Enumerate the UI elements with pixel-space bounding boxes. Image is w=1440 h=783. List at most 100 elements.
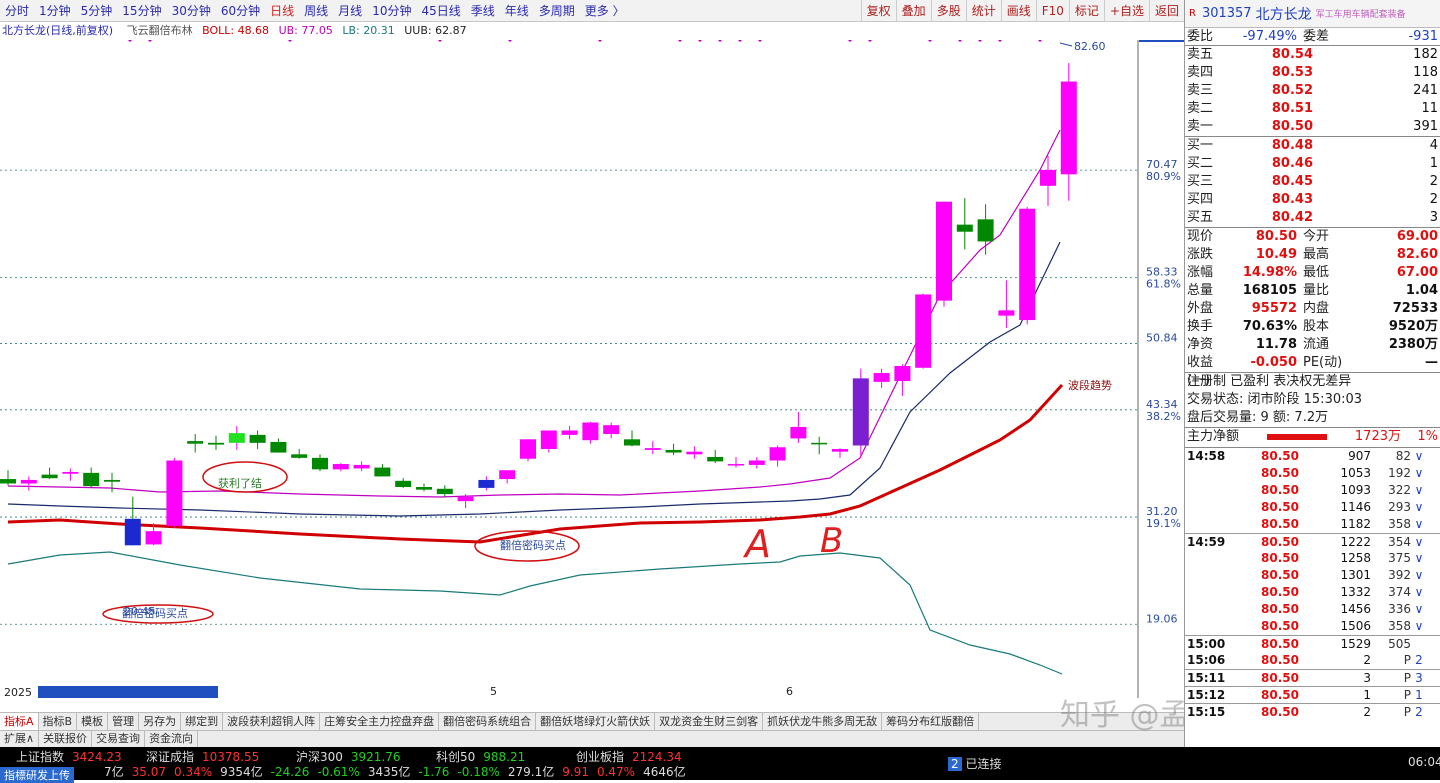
candle-body — [561, 430, 578, 435]
trade-row: 80.50 1146 293 ∨ — [1261, 500, 1424, 514]
toolbar-button[interactable]: F10 — [1035, 0, 1069, 22]
period-tab[interactable]: 15分钟 — [117, 2, 166, 19]
period-tab[interactable]: 月线 — [333, 2, 367, 19]
hand-letter-b: B — [820, 521, 843, 561]
kline-chart[interactable]: 获利了结翻倍密码买点20.45翻倍密码买点波段趋势A B82.60 70.4780… — [0, 40, 1184, 698]
candle-body — [915, 294, 932, 368]
axis-percent: 80.9% — [1146, 170, 1181, 183]
book-row: 卖三 80.52 241 — [1187, 83, 1438, 98]
quote-row: 涨幅 14.98% 最低 67.00 — [1187, 265, 1438, 280]
quote-grid: 现价 80.50 今开 69.00 涨跌 10.49 最高 82.60 涨幅 14.98% 最低 67… — [1185, 228, 1440, 388]
indicator-tab[interactable]: 指标A — [0, 713, 39, 730]
period-tab[interactable]: 更多 〉 — [580, 2, 630, 19]
candle-body — [540, 430, 557, 450]
candle-body — [436, 488, 453, 495]
ext-tab[interactable]: 扩展∧ — [0, 731, 40, 747]
trade-row: 15:00 80.50 1529 505 — [1185, 635, 1440, 652]
period-tab[interactable]: 60分钟 — [216, 2, 265, 19]
index-name: 上证指数 — [16, 750, 65, 764]
candle-body — [811, 442, 828, 445]
order-ratio-row: 委比 -97.49% 委差 -931 — [1185, 29, 1440, 46]
indicator-name[interactable]: 飞云翻倍布林 — [127, 24, 193, 37]
candle-body — [104, 479, 120, 482]
high-price-label: 82.60 — [1074, 40, 1106, 53]
signal-dot — [978, 40, 982, 42]
candle-body — [707, 456, 724, 462]
ext-tab[interactable]: 关联报价 — [39, 731, 93, 747]
period-tab[interactable]: 45日线 — [416, 2, 465, 19]
upload-banner[interactable]: 指標研发上传 — [4, 769, 70, 782]
period-tab[interactable]: 日线 — [265, 2, 299, 19]
period-tab[interactable]: 周线 — [299, 2, 333, 19]
toolbar-button[interactable]: 统计 — [965, 0, 1001, 22]
toolbar-button[interactable]: 返回 — [1148, 0, 1184, 22]
candle-body — [956, 224, 973, 232]
candle-body — [332, 464, 349, 470]
indicator-tab[interactable]: 双龙资金生财三剑客 — [655, 713, 764, 730]
period-tab[interactable]: 10分钟 — [367, 2, 416, 19]
candle-body — [852, 378, 869, 446]
index-change: -0.61% — [317, 765, 360, 779]
trade-row: 80.50 1506 358 ∨ — [1261, 619, 1424, 633]
trade-ticks[interactable]: 14:58 80.50 907 82 ∨ 80.50 1053 192 ∨ 80.50 1093 32… — [1185, 448, 1440, 720]
candle-body — [145, 531, 162, 545]
signal-dot — [998, 40, 1002, 42]
ext-tab[interactable]: 交易查询 — [92, 731, 146, 747]
quote-row: 换手 70.63% 股本 9520万 — [1187, 319, 1438, 334]
signal-dot — [128, 40, 132, 42]
stock-name: 北方长龙 — [1255, 6, 1312, 23]
index-name: 创业板指 — [576, 750, 625, 764]
quote-row: 现价 80.50 今开 69.00 — [1187, 229, 1438, 244]
period-tab[interactable]: 5分钟 — [76, 2, 118, 19]
toolbar-button[interactable]: 叠加 — [895, 0, 931, 22]
uub-value: UUB: 62.87 — [404, 24, 467, 37]
toolbar-button[interactable]: 画线 — [1000, 0, 1036, 22]
indicator-tab[interactable]: 波段获利超铜人阵 — [223, 713, 321, 730]
indicator-tab[interactable]: 翻倍妖塔绿灯火箭伏妖 — [536, 713, 656, 730]
flow-bar — [1267, 434, 1327, 440]
indicator-tab[interactable]: 筹码分布红版翻倍 — [882, 713, 980, 730]
toolbar-button[interactable]: 标记 — [1068, 0, 1104, 22]
indicator-tab[interactable]: 管理 — [108, 713, 140, 730]
index-value: 10378.55 — [202, 750, 260, 764]
period-tab[interactable]: 1分钟 — [34, 2, 76, 19]
candle-body — [748, 460, 765, 465]
axis-percent: 38.2% — [1146, 410, 1181, 423]
toolbar-button[interactable]: 多股 — [930, 0, 966, 22]
candle-body — [582, 422, 599, 441]
trade-row: 15:06 80.50 2 P 2 — [1187, 653, 1423, 667]
ext-tab[interactable]: 资金流向 — [145, 731, 199, 747]
annotation-text: 翻倍密码买点 — [500, 538, 566, 552]
book-row: 卖五 80.54 182 — [1187, 47, 1438, 62]
candle-body — [644, 448, 661, 450]
period-tab[interactable]: 多周期 — [534, 2, 580, 19]
candle-body — [790, 426, 807, 439]
indicator-tab[interactable]: 绑定到 — [181, 713, 224, 730]
signal-dot — [848, 40, 852, 42]
book-row: 卖四 80.53 118 — [1187, 65, 1438, 80]
candle-body — [936, 201, 952, 301]
indicator-tab[interactable]: 翻倍密码系统组合 — [439, 713, 537, 730]
candle-body — [395, 480, 412, 488]
candle-body — [457, 496, 474, 502]
trade-row: 80.50 1182 358 ∨ — [1261, 517, 1424, 531]
period-tab[interactable]: 年线 — [500, 2, 534, 19]
candle-body — [624, 439, 640, 446]
candle-body — [603, 425, 620, 435]
indicator-tab[interactable]: 指标B — [39, 713, 78, 730]
candle-body — [166, 460, 183, 526]
period-tab[interactable]: 季线 — [466, 2, 500, 19]
indicator-tab[interactable]: 另存为 — [139, 713, 182, 730]
period-tab[interactable]: 30分钟 — [167, 2, 216, 19]
candle-body — [249, 434, 266, 443]
index-change: 279.1亿 — [507, 765, 555, 779]
candle-body — [499, 470, 516, 480]
low-price-label: 20.45 — [124, 605, 156, 618]
toolbar-button[interactable]: 复权 — [860, 0, 896, 22]
indicator-tab[interactable]: 抓妖伏龙牛熊多周无敌 — [763, 713, 883, 730]
candle-body — [353, 464, 370, 469]
toolbar-button[interactable]: +自选 — [1103, 0, 1149, 22]
indicator-tab[interactable]: 庄筹安全主力控盘弃盘 — [320, 713, 440, 730]
indicator-tab[interactable]: 模板 — [77, 713, 109, 730]
period-tab[interactable]: 分时 — [0, 2, 34, 19]
